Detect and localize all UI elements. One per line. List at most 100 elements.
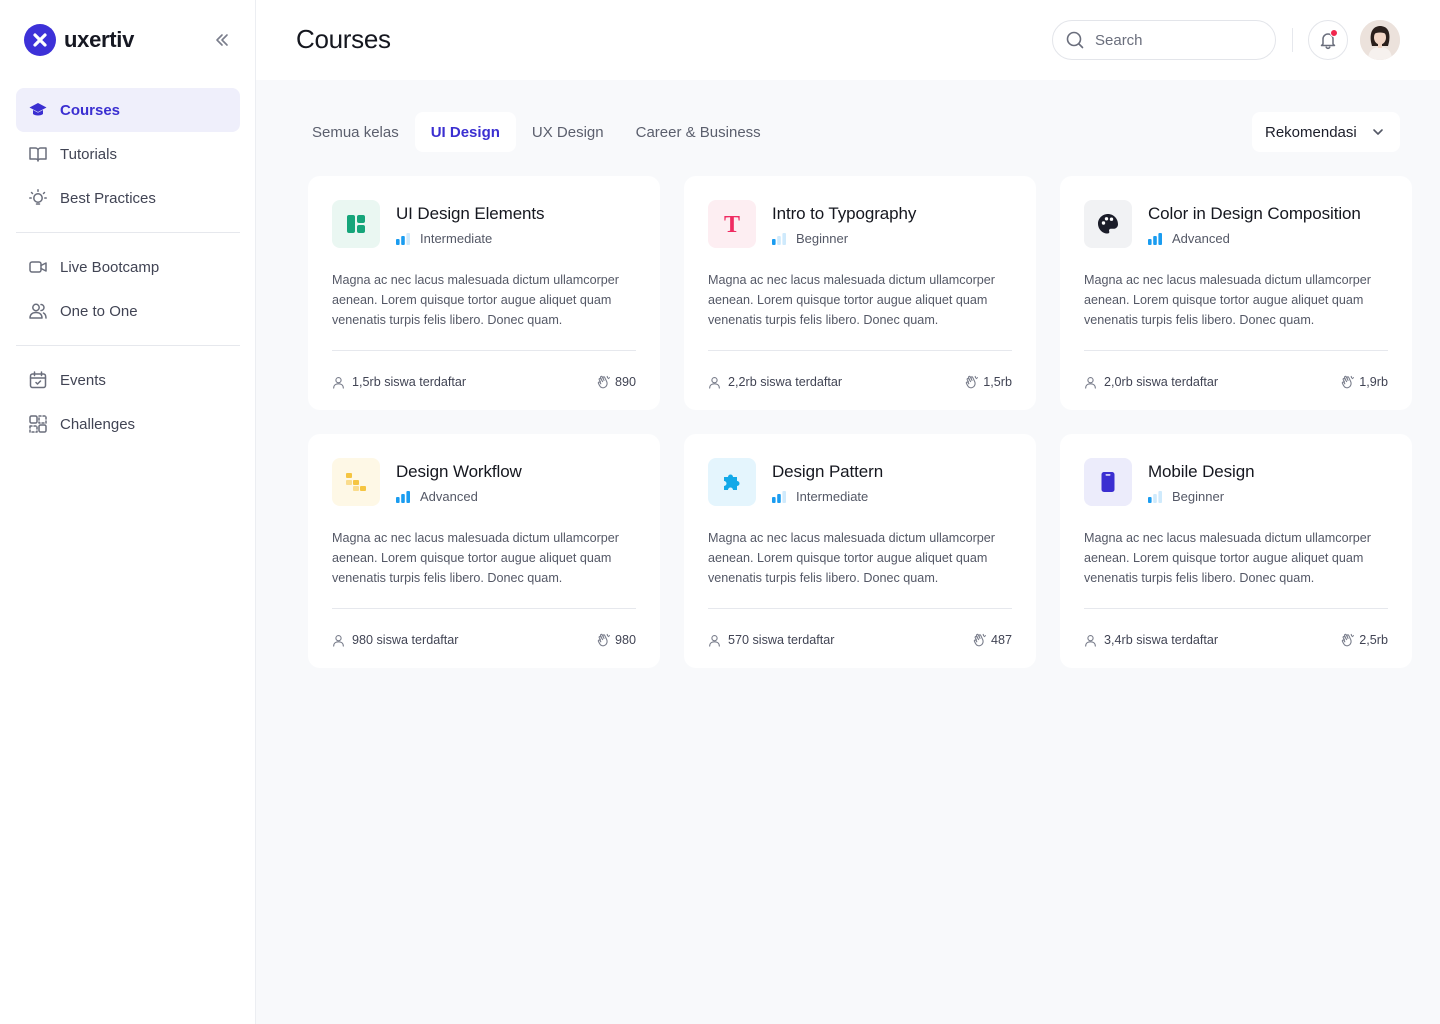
course-meta: Color in Design Composition Advanced	[1148, 200, 1361, 252]
course-level: Beginner	[1148, 489, 1254, 504]
tab-career-business[interactable]: Career & Business	[620, 112, 777, 152]
course-claps[interactable]: 487	[973, 633, 1012, 647]
category-tabs: Semua kelas UI Design UX Design Career & Bu…	[296, 112, 777, 152]
course-meta: UI Design Elements Intermediate	[396, 200, 545, 252]
course-level-label: Advanced	[1172, 231, 1230, 246]
course-card[interactable]: Color in Design Composition Advanced Mag…	[1060, 176, 1412, 410]
users-icon	[28, 301, 48, 321]
course-claps[interactable]: 2,5rb	[1341, 633, 1388, 647]
search-input[interactable]	[1095, 31, 1255, 49]
puzzle-icon	[708, 458, 756, 506]
course-students: 570 siswa terdaftar	[708, 633, 834, 647]
sidebar-item-courses[interactable]: Courses	[16, 88, 240, 132]
sidebar-item-live-bootcamp[interactable]: Live Bootcamp	[16, 245, 240, 289]
course-title: Intro to Typography	[772, 204, 917, 223]
course-meta: Design Workflow Advanced	[396, 458, 522, 510]
sidebar-item-label: Best Practices	[60, 189, 156, 207]
course-footer: 570 siswa terdaftar 487	[708, 609, 1012, 671]
course-description: Magna ac nec lacus malesuada dictum ulla…	[332, 531, 619, 585]
course-footer: 2,0rb siswa terdaftar 1,9rb	[1084, 351, 1388, 413]
level-bars-icon	[1148, 232, 1162, 245]
user-icon	[1085, 376, 1096, 389]
clap-icon	[1342, 375, 1355, 389]
course-claps-count: 1,5rb	[983, 375, 1012, 389]
course-card[interactable]: T Intro to Typography Beginner Magna ac …	[684, 176, 1036, 410]
course-footer: 1,5rb siswa terdaftar 890	[332, 351, 636, 413]
course-level: Intermediate	[772, 489, 883, 504]
course-card-header: Design Workflow Advanced	[332, 458, 636, 510]
layout-icon	[332, 200, 380, 248]
sort-label: Rekomendasi	[1265, 123, 1357, 141]
sidebar-item-challenges[interactable]: Challenges	[16, 402, 240, 446]
clap-icon	[966, 375, 979, 389]
course-claps[interactable]: 980	[597, 633, 636, 647]
tab-semua-kelas[interactable]: Semua kelas	[296, 112, 415, 152]
mobile-phone-icon	[1084, 458, 1132, 506]
nav-divider	[16, 232, 240, 233]
course-level-label: Beginner	[1172, 489, 1225, 504]
course-footer: 3,4rb siswa terdaftar 2,5rb	[1084, 609, 1388, 671]
video-camera-icon	[28, 257, 48, 277]
course-card[interactable]: UI Design Elements Intermediate Magna ac…	[308, 176, 660, 410]
sidebar-nav: Courses Tutorials Best Practices Live Bo…	[16, 88, 240, 446]
course-students: 1,5rb siswa terdaftar	[332, 375, 466, 389]
course-students: 2,2rb siswa terdaftar	[708, 375, 842, 389]
course-card-header: Design Pattern Intermediate	[708, 458, 1012, 510]
course-title: Design Workflow	[396, 462, 522, 481]
sidebar-item-label: Challenges	[60, 415, 136, 433]
sort-dropdown[interactable]: Rekomendasi	[1252, 112, 1400, 152]
svg-text:T: T	[724, 212, 740, 236]
course-footer: 2,2rb siswa terdaftar 1,5rb	[708, 351, 1012, 413]
clap-icon	[1342, 633, 1355, 647]
course-card[interactable]: Mobile Design Beginner Magna ac nec lacu…	[1060, 434, 1412, 668]
course-level-label: Beginner	[796, 231, 849, 246]
tab-ux-design[interactable]: UX Design	[516, 112, 620, 152]
sidebar-item-events[interactable]: Events	[16, 358, 240, 402]
course-description: Magna ac nec lacus malesuada dictum ulla…	[332, 273, 619, 327]
course-level: Advanced	[396, 489, 522, 504]
course-level: Advanced	[1148, 231, 1361, 246]
course-claps[interactable]: 1,9rb	[1341, 375, 1388, 389]
course-grid: UI Design Elements Intermediate Magna ac…	[308, 176, 1412, 668]
course-meta: Mobile Design Beginner	[1148, 458, 1255, 510]
page-title: Courses	[296, 24, 391, 54]
course-claps-count: 980	[614, 633, 636, 647]
user-icon	[1085, 634, 1096, 647]
course-claps[interactable]: 890	[597, 375, 636, 389]
chevrons-left-icon	[216, 34, 228, 46]
course-claps-count: 890	[614, 375, 636, 389]
level-bars-icon	[772, 490, 786, 503]
workflow-icon	[332, 458, 380, 506]
course-level: Intermediate	[396, 231, 544, 246]
course-students: 2,0rb siswa terdaftar	[1084, 375, 1218, 389]
sidebar-item-best-practices[interactable]: Best Practices	[16, 176, 240, 220]
calendar-icon	[28, 370, 48, 390]
brand[interactable]: uxertiv	[24, 24, 134, 56]
sidebar-item-label: Live Bootcamp	[60, 258, 160, 276]
search-icon	[1066, 31, 1084, 49]
user-icon	[709, 376, 720, 389]
sidebar-item-label: One to One	[60, 302, 138, 320]
course-card[interactable]: Design Pattern Intermediate Magna ac nec…	[684, 434, 1036, 668]
sidebar-item-label: Tutorials	[60, 145, 117, 163]
level-bars-icon	[772, 232, 786, 245]
search-box[interactable]	[1052, 20, 1276, 60]
tab-ui-design[interactable]: UI Design	[414, 112, 516, 152]
course-card-header: T Intro to Typography Beginner	[708, 200, 1012, 252]
course-claps[interactable]: 1,5rb	[965, 375, 1012, 389]
sidebar-item-label: Events	[60, 371, 106, 389]
sidebar-item-one-to-one[interactable]: One to One	[16, 289, 240, 333]
level-bars-icon	[396, 490, 410, 503]
notifications-button[interactable]	[1308, 20, 1348, 60]
sidebar-item-tutorials[interactable]: Tutorials	[16, 132, 240, 176]
level-bars-icon	[1148, 490, 1162, 503]
chevron-down-icon	[1373, 129, 1383, 135]
collapse-sidebar-button[interactable]	[210, 28, 234, 52]
book-open-icon	[28, 144, 48, 164]
nav-divider	[16, 345, 240, 346]
avatar[interactable]	[1360, 20, 1400, 60]
course-card[interactable]: Design Workflow Advanced Magna ac nec la…	[308, 434, 660, 668]
user-icon	[333, 634, 344, 647]
course-level-label: Advanced	[420, 489, 478, 504]
clap-icon	[597, 375, 610, 389]
